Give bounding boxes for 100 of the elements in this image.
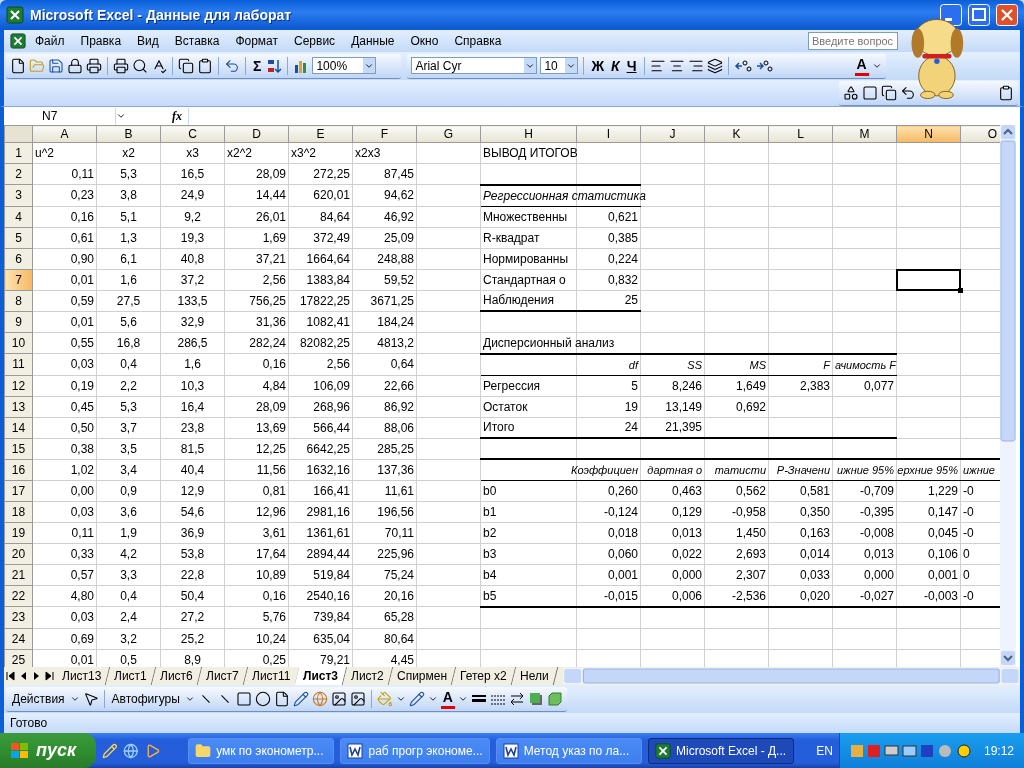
rectangle-icon[interactable] [235,690,252,707]
sheet-tab[interactable]: Спирмен [388,667,457,685]
row-header[interactable]: 17 [4,480,33,502]
printer-icon[interactable] [86,57,102,74]
column-header[interactable]: D [224,125,289,143]
actions-menu-button[interactable]: Действия [10,689,67,708]
sheet-tab[interactable]: Лист11 [243,667,300,685]
row-header[interactable]: 19 [4,522,33,544]
row-header[interactable]: 2 [4,163,33,185]
row-header[interactable]: 24 [4,628,33,649]
italic-button[interactable]: К [609,56,622,75]
column-header[interactable]: G [416,125,481,143]
pointer-icon[interactable] [82,690,99,707]
sheet-tab[interactable]: Гетер x2 [451,667,516,685]
language-indicator[interactable]: EN [816,743,833,758]
oval-icon[interactable] [254,690,271,707]
help-search-field[interactable]: Введите вопрос [808,32,898,50]
picture-icon[interactable] [349,690,366,707]
row-header[interactable]: 20 [4,543,33,565]
duplicate-icon[interactable] [881,84,897,101]
start-button[interactable]: пуск [0,733,96,768]
maximize-icon[interactable] [968,4,990,26]
menu-item[interactable]: Вид [130,32,166,50]
sheet-tab[interactable]: Лист7 [197,667,248,685]
media-player-icon[interactable] [145,742,161,759]
function-label[interactable]: fx [172,108,182,124]
row-header[interactable]: 18 [4,501,33,523]
row-header[interactable]: 3 [4,184,33,206]
spelling-icon[interactable] [151,57,167,74]
sheet-tab[interactable]: Нели [511,667,558,685]
square-icon[interactable] [862,84,878,101]
decrease-decimal-icon[interactable] [754,57,773,74]
sheet-tab[interactable]: Лист3 [294,667,348,685]
menu-item[interactable]: Справка [447,32,509,50]
dropdown-icon[interactable] [116,111,126,121]
taskbar-button[interactable]: Microsoft Excel - Д... [647,737,795,764]
font-select[interactable]: Arial Cyr [411,57,538,74]
menu-item[interactable]: Файл [28,32,72,50]
column-header[interactable]: C [160,125,225,143]
taskbar-button[interactable]: умк по эконометр... [188,737,335,764]
row-header[interactable]: 7 [4,269,33,290]
font-color-button[interactable]: A [854,55,869,76]
row-header[interactable]: 9 [4,311,33,333]
column-header[interactable]: B [96,125,161,143]
copy-icon[interactable] [178,57,194,74]
column-header[interactable]: N [896,125,961,143]
font-size-select[interactable]: 10 [540,57,579,74]
bold-button[interactable]: Ж [589,56,607,75]
paste-icon[interactable] [197,57,213,74]
clipboard-icon[interactable] [998,84,1014,101]
underline-button[interactable]: Ч [624,56,639,75]
taskbar-button[interactable]: Метод указ по ла... [495,737,642,764]
autoshapes-menu-button[interactable]: Автофигуры [109,689,182,708]
column-header[interactable]: H [480,125,577,143]
tray-icons-drawing[interactable] [849,742,974,759]
zoom-select[interactable]: 100% [312,57,377,74]
row-header[interactable]: 4 [4,206,33,227]
close-icon[interactable] [996,4,1018,26]
row-header[interactable]: 1 [4,142,33,164]
menu-item[interactable]: Вставка [167,32,227,50]
print-preview-icon[interactable] [132,57,148,74]
horizontal-scrollbar[interactable] [563,667,1020,685]
name-box[interactable]: N7 [4,107,116,125]
increase-decimal-icon[interactable] [733,57,752,74]
arrow-style-icon[interactable] [509,690,525,707]
row-header[interactable]: 12 [4,375,33,396]
row-header[interactable]: 23 [4,606,33,628]
new-file-icon[interactable] [10,57,26,74]
menu-item[interactable]: Окно [403,32,446,50]
row-header[interactable]: 8 [4,290,33,311]
row-header[interactable]: 14 [4,417,33,438]
column-header[interactable]: O [960,125,1000,143]
column-header[interactable]: E [288,125,353,143]
sheet-tab[interactable]: Лист2 [343,667,394,685]
menu-item[interactable]: Правка [73,32,129,50]
column-header[interactable]: A [32,125,97,143]
column-header[interactable]: M [832,125,897,143]
menu-item[interactable]: Сервис [287,32,343,50]
quick-launch-icon[interactable] [101,742,118,759]
row-header[interactable]: 21 [4,564,33,586]
row-header[interactable]: 15 [4,438,33,459]
row-header[interactable]: 16 [4,459,33,481]
fill-color-icon[interactable] [376,690,393,707]
row-header[interactable]: 22 [4,585,33,607]
taskbar-button[interactable]: раб прогр экономе... [340,737,490,764]
shadow-icon[interactable] [528,690,544,707]
row-header[interactable]: 11 [4,353,33,375]
undo-icon[interactable] [224,57,240,74]
row-header[interactable]: 13 [4,396,33,417]
font-color-button[interactable]: A [440,688,455,709]
column-header[interactable]: I [576,125,641,143]
column-header[interactable]: F [352,125,417,143]
row-header[interactable]: 10 [4,332,33,354]
browser-icon[interactable] [123,742,139,759]
sort-icon[interactable] [266,57,283,74]
sheet-tab[interactable]: Лист1 [106,667,157,685]
column-header[interactable]: J [640,125,705,143]
menu-item[interactable]: Данные [344,32,402,50]
vertical-scrollbar[interactable] [1000,125,1016,667]
lock-icon[interactable] [67,57,83,74]
